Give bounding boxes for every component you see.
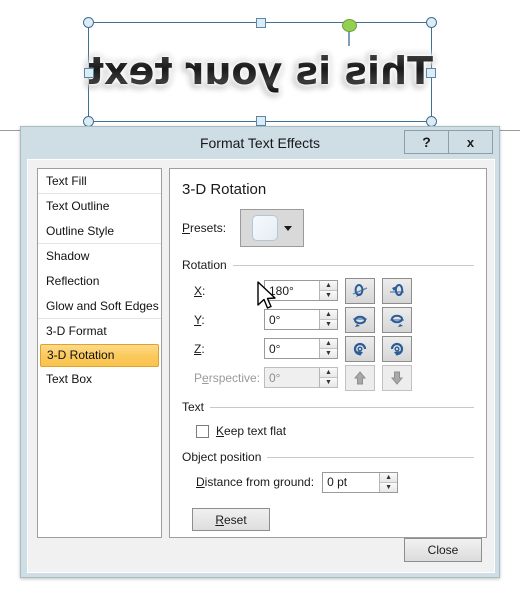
- increase-perspective-button: [345, 364, 375, 391]
- x-label: X:: [194, 283, 206, 298]
- preset-preview-swatch: [252, 215, 278, 241]
- rotation-row-x: X: ▲ ▼: [182, 277, 474, 304]
- perspective-spinner: ▲ ▼: [264, 367, 338, 388]
- sidebar-item-outline-style[interactable]: Outline Style: [38, 219, 161, 244]
- perspective-input: [265, 368, 319, 387]
- group-divider: [210, 406, 474, 408]
- close-button[interactable]: Close: [404, 538, 482, 562]
- x-input[interactable]: [265, 281, 319, 300]
- y-label: Y:: [194, 312, 205, 327]
- presets-row: Presets:: [182, 208, 474, 248]
- z-spin-buttons[interactable]: ▲ ▼: [319, 339, 337, 358]
- selection-handle-top-center[interactable]: [256, 18, 266, 28]
- help-button[interactable]: ?: [404, 130, 449, 154]
- rotation-group-label: Rotation: [182, 258, 227, 272]
- distance-from-ground-spinner[interactable]: ▲ ▼: [322, 471, 399, 493]
- y-spin-up-icon[interactable]: ▲: [320, 310, 337, 320]
- perspective-spin-down-icon: ▼: [320, 378, 337, 387]
- selection-handle-top-left[interactable]: [83, 17, 94, 28]
- artistic-text[interactable]: This is your text: [86, 49, 433, 93]
- selection-handle-bottom-center[interactable]: [256, 116, 266, 126]
- perspective-spin-buttons: ▲ ▼: [319, 368, 337, 387]
- rotate-right-x-button[interactable]: [382, 277, 412, 304]
- x-spinner[interactable]: ▲ ▼: [264, 280, 338, 301]
- dialog-titlebar[interactable]: Format Text Effects ? x: [21, 127, 499, 159]
- distance-spin-up-icon[interactable]: ▲: [380, 472, 398, 483]
- rotation-group-header: Rotation: [182, 258, 474, 272]
- presets-dropdown-button[interactable]: [240, 209, 304, 247]
- distance-from-ground-input[interactable]: [323, 472, 380, 492]
- sidebar-item-3d-rotation[interactable]: 3-D Rotation: [40, 344, 159, 367]
- decrease-perspective-button: [382, 364, 412, 391]
- perspective-label: Perspective:: [194, 370, 261, 385]
- selection-handle-top-right[interactable]: [426, 17, 437, 28]
- rotation-handle[interactable]: [342, 19, 357, 32]
- z-label: Z:: [194, 341, 205, 356]
- format-text-effects-dialog: Format Text Effects ? x Text Fill Text O…: [20, 126, 500, 578]
- distance-spin-buttons[interactable]: ▲ ▼: [379, 472, 398, 492]
- text-group-header: Text: [182, 400, 474, 414]
- x-spin-buttons[interactable]: ▲ ▼: [319, 281, 337, 300]
- y-spin-down-icon[interactable]: ▼: [320, 320, 337, 329]
- titlebar-buttons: ? x: [404, 130, 493, 154]
- sidebar-item-text-box[interactable]: Text Box: [38, 367, 161, 392]
- rotation-row-y: Y: ▲ ▼: [182, 306, 474, 333]
- y-spinner[interactable]: ▲ ▼: [264, 309, 338, 330]
- group-divider: [267, 456, 474, 458]
- perspective-spin-up-icon: ▲: [320, 368, 337, 378]
- distance-spin-down-icon[interactable]: ▼: [380, 482, 398, 492]
- reset-button[interactable]: Reset: [192, 508, 270, 531]
- distance-from-ground-row: Distance from ground: ▲ ▼: [182, 470, 474, 494]
- z-spin-up-icon[interactable]: ▲: [320, 339, 337, 349]
- text-group-label: Text: [182, 400, 205, 414]
- text-box-selection[interactable]: This is your text: [83, 17, 437, 127]
- distance-from-ground-label: Distance from ground:: [196, 475, 315, 489]
- x-spin-down-icon[interactable]: ▼: [320, 291, 337, 300]
- x-spin-up-icon[interactable]: ▲: [320, 281, 337, 291]
- rotation-row-perspective: Perspective: ▲ ▼: [182, 364, 474, 391]
- y-input[interactable]: [265, 310, 319, 329]
- keep-text-flat-row[interactable]: Keep text flat: [182, 420, 474, 442]
- y-spin-buttons[interactable]: ▲ ▼: [319, 310, 337, 329]
- category-list[interactable]: Text Fill Text Outline Outline Style Sha…: [37, 168, 162, 538]
- rotate-up-y-button[interactable]: [345, 306, 375, 333]
- selection-handle-middle-left[interactable]: [84, 68, 94, 78]
- panel-heading: 3-D Rotation: [182, 181, 267, 198]
- sidebar-item-glow-soft-edges[interactable]: Glow and Soft Edges: [38, 294, 161, 319]
- sidebar-item-text-fill[interactable]: Text Fill: [38, 169, 161, 194]
- keep-text-flat-checkbox[interactable]: [196, 424, 209, 438]
- dialog-title: Format Text Effects: [199, 135, 321, 151]
- chevron-down-icon: [284, 225, 292, 231]
- group-divider: [232, 264, 474, 266]
- presets-label: Presets:: [182, 221, 227, 235]
- rotate-left-x-button[interactable]: [345, 277, 375, 304]
- rotation-row-z: Z: ▲ ▼: [182, 335, 474, 362]
- object-position-group-label: Object position: [182, 450, 262, 464]
- close-x-button[interactable]: x: [448, 130, 493, 154]
- object-position-group-header: Object position: [182, 450, 474, 464]
- slide-canvas[interactable]: This is your text: [0, 0, 520, 131]
- rotate-down-y-button[interactable]: [382, 306, 412, 333]
- content-panel: 3-D Rotation Presets: Rotation X: ▲: [169, 168, 487, 538]
- rotate-counterclockwise-z-button[interactable]: [345, 335, 375, 362]
- keep-text-flat-label: Keep text flat: [216, 424, 287, 438]
- rotate-clockwise-z-button[interactable]: [382, 335, 412, 362]
- dialog-body: Text Fill Text Outline Outline Style Sha…: [27, 159, 495, 573]
- sidebar-item-3d-format[interactable]: 3-D Format: [38, 319, 161, 344]
- z-spinner[interactable]: ▲ ▼: [264, 338, 338, 359]
- sidebar-item-text-outline[interactable]: Text Outline: [38, 194, 161, 219]
- sidebar-item-shadow[interactable]: Shadow: [38, 244, 161, 269]
- z-spin-down-icon[interactable]: ▼: [320, 349, 337, 358]
- z-input[interactable]: [265, 339, 319, 358]
- selection-handle-middle-right[interactable]: [426, 68, 436, 78]
- sidebar-item-reflection[interactable]: Reflection: [38, 269, 161, 294]
